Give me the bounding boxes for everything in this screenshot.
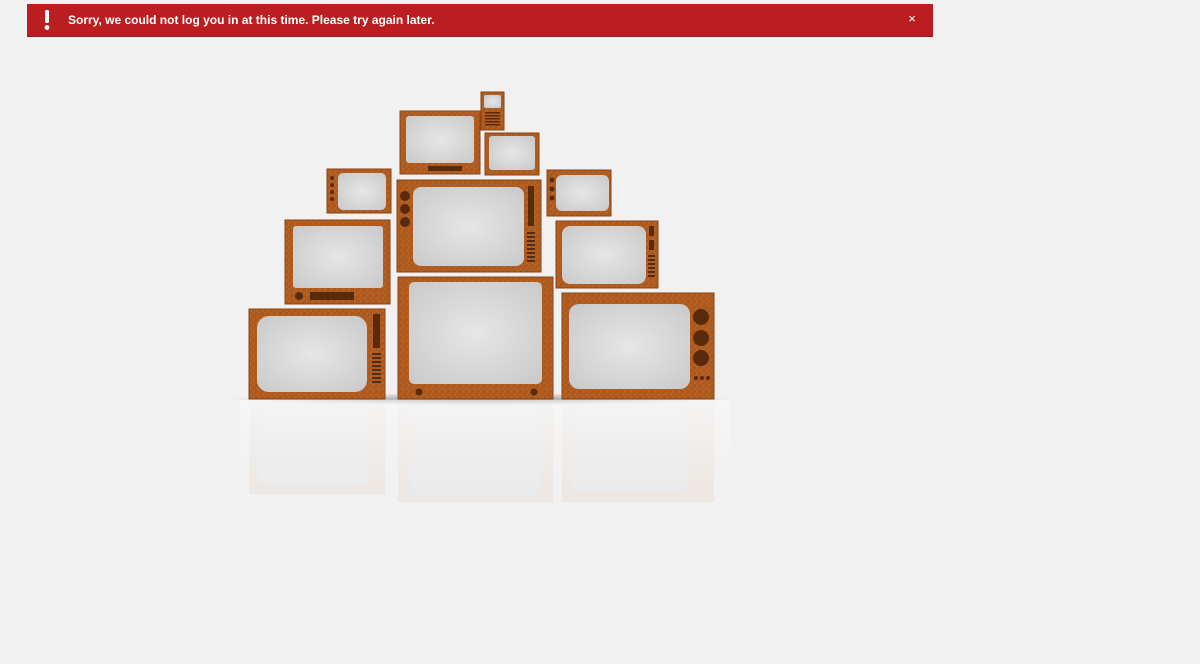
tv-bottom-left: [248, 308, 386, 400]
tv-middle-center: [396, 179, 542, 273]
tv-bottom-right: [561, 292, 715, 400]
tv-middle-right: [555, 220, 659, 289]
tv-top-left: [399, 110, 481, 175]
tv-tiny-top: [480, 91, 505, 131]
tv-upper-left: [326, 168, 392, 214]
retro-tv-stack-illustration: [225, 91, 735, 512]
tv-top-right: [484, 132, 540, 176]
tv-reflections: [240, 400, 730, 512]
tv-middle-left: [284, 219, 391, 305]
tv-bottom-center: [397, 276, 554, 400]
tv-upper-right: [546, 169, 612, 217]
